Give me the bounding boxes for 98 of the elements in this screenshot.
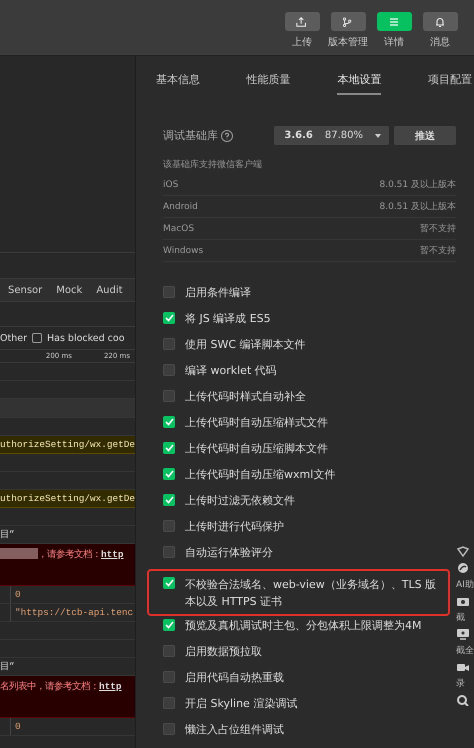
toolbar-label: 版本管理 bbox=[328, 36, 368, 49]
platform-name: Windows bbox=[163, 246, 204, 256]
devtools-tab[interactable]: Sensor bbox=[8, 284, 42, 296]
support-title: 该基础库支持微信客户端 bbox=[163, 158, 263, 172]
checkbox[interactable] bbox=[163, 546, 175, 558]
checkbox-label: Has blocked coo bbox=[46, 332, 125, 344]
option-label: 上传代码时样式自动补全 bbox=[185, 389, 306, 404]
version-dropdown[interactable]: 3.6.6 87.80% bbox=[274, 126, 389, 146]
option-label: 自动运行体验评分 bbox=[185, 545, 273, 560]
platform-name: iOS bbox=[163, 180, 178, 190]
checkbox[interactable] bbox=[163, 338, 175, 350]
toolbar-button[interactable] bbox=[330, 12, 366, 31]
platform-support: 8.0.51 及以上版本 bbox=[380, 178, 456, 191]
value-cell: "https://tcb-api.tenc bbox=[15, 607, 134, 618]
settings-tab[interactable]: 项目配置 bbox=[428, 66, 472, 96]
option-label: 编译 worklet 代码 bbox=[185, 363, 277, 378]
checkbox[interactable] bbox=[163, 577, 175, 589]
toolbar-label: 消息 bbox=[430, 36, 450, 49]
option-label: 启用代码自动热重载 bbox=[185, 670, 284, 685]
checkbox[interactable] bbox=[163, 645, 175, 657]
platform-name: Android bbox=[163, 202, 198, 212]
log-text: 目” bbox=[0, 528, 15, 541]
error-message: 名列表中，请参考文档：http bbox=[0, 680, 122, 693]
settings-tab[interactable]: 性能质量 bbox=[246, 66, 291, 96]
option-label: 上传时过滤无依赖文件 bbox=[185, 493, 295, 508]
checkbox[interactable] bbox=[163, 494, 175, 506]
value-cell: 0 bbox=[15, 589, 21, 600]
option-label: 懒注入占位组件调试 bbox=[185, 722, 284, 737]
checkbox[interactable] bbox=[163, 520, 175, 532]
platform-support: 暂不支持 bbox=[420, 222, 456, 235]
checkbox[interactable] bbox=[163, 312, 175, 324]
checkbox[interactable] bbox=[32, 333, 42, 343]
help-icon[interactable] bbox=[221, 130, 233, 142]
option-label: 启用数据预拉取 bbox=[185, 644, 262, 659]
option-label: 不校验合法域名、web-view（业务域名）、TLS 版本以及 HTTPS 证书 bbox=[185, 577, 438, 610]
check-icon bbox=[164, 418, 174, 426]
settings-tab[interactable]: 本地设置 bbox=[337, 66, 382, 96]
checkbox[interactable] bbox=[163, 364, 175, 376]
option-label: 上传时进行代码保护 bbox=[185, 519, 284, 534]
checkbox[interactable] bbox=[163, 468, 175, 480]
option-label: 上传代码时自动压缩样式文件 bbox=[185, 415, 328, 430]
doc-link[interactable]: http bbox=[101, 549, 124, 560]
branch-icon bbox=[342, 16, 354, 28]
setting-label: 调试基础库 bbox=[163, 128, 218, 144]
toolbar-button[interactable] bbox=[422, 12, 458, 31]
push-button[interactable]: 推送 bbox=[394, 126, 456, 146]
log-text: 目” bbox=[0, 660, 15, 673]
tool-label: 截全 bbox=[456, 644, 474, 657]
value-cell: 0 bbox=[15, 721, 21, 732]
option-label: 将 JS 编译成 ES5 bbox=[185, 311, 271, 326]
option-label: 使用 SWC 编译脚本文件 bbox=[185, 337, 306, 352]
warning-message: uthorizeSetting/wx.getDe bbox=[0, 493, 135, 504]
tool-label: 录 bbox=[456, 678, 465, 690]
error-message: ，请参考文档：http bbox=[38, 548, 124, 561]
check-icon bbox=[164, 496, 174, 504]
video-camera-icon[interactable] bbox=[456, 661, 470, 673]
toolbar-button[interactable] bbox=[284, 12, 320, 31]
check-icon bbox=[164, 470, 174, 478]
option-label: 开启 Skyline 渲染调试 bbox=[185, 696, 298, 711]
tool-label: 截 bbox=[456, 612, 465, 624]
option-label: 启用条件编译 bbox=[185, 285, 251, 300]
checkbox[interactable] bbox=[163, 416, 175, 428]
option-label: 上传代码时自动压缩wxml文件 bbox=[185, 467, 336, 482]
camera-icon[interactable] bbox=[456, 595, 470, 607]
toolbar-label: 上传 bbox=[292, 36, 312, 49]
check-icon bbox=[164, 314, 174, 322]
platform-name: MacOS bbox=[163, 224, 194, 234]
checkbox[interactable] bbox=[163, 619, 175, 631]
option-label: 预览及真机调试时主包、分包体积上限调整为4M bbox=[185, 618, 422, 633]
warning-message: uthorizeSetting/wx.getDe bbox=[0, 439, 135, 450]
checkbox[interactable] bbox=[163, 671, 175, 683]
checkbox[interactable] bbox=[163, 390, 175, 402]
check-icon bbox=[164, 579, 174, 587]
search-icon[interactable] bbox=[456, 694, 470, 706]
option-label: 上传代码时自动压缩脚本文件 bbox=[185, 441, 328, 456]
check-icon bbox=[164, 621, 174, 629]
checkbox[interactable] bbox=[163, 286, 175, 298]
tool-label: AI助 bbox=[456, 578, 474, 591]
platform-support: 8.0.51 及以上版本 bbox=[380, 200, 456, 213]
monitor-icon[interactable] bbox=[456, 628, 470, 640]
caret-icon bbox=[375, 134, 381, 138]
check-icon bbox=[164, 444, 174, 452]
settings-tab[interactable]: 基本信息 bbox=[156, 66, 200, 96]
checkbox[interactable] bbox=[163, 442, 175, 454]
toolbar-button[interactable] bbox=[376, 12, 412, 31]
doc-link[interactable]: http bbox=[99, 681, 122, 692]
platform-support: 暂不支持 bbox=[420, 244, 456, 257]
upload-icon bbox=[296, 16, 308, 28]
swirl-icon[interactable] bbox=[456, 562, 470, 574]
menu-icon bbox=[388, 16, 400, 28]
checkbox[interactable] bbox=[163, 723, 175, 735]
bell-icon bbox=[434, 16, 446, 28]
shield-icon[interactable] bbox=[456, 546, 470, 558]
filter-label[interactable]: Other bbox=[0, 332, 27, 344]
devtools-tab[interactable]: Audit bbox=[96, 284, 123, 296]
checkbox[interactable] bbox=[163, 697, 175, 709]
devtools-tab[interactable]: Mock bbox=[56, 284, 82, 296]
toolbar-label: 详情 bbox=[384, 36, 404, 49]
